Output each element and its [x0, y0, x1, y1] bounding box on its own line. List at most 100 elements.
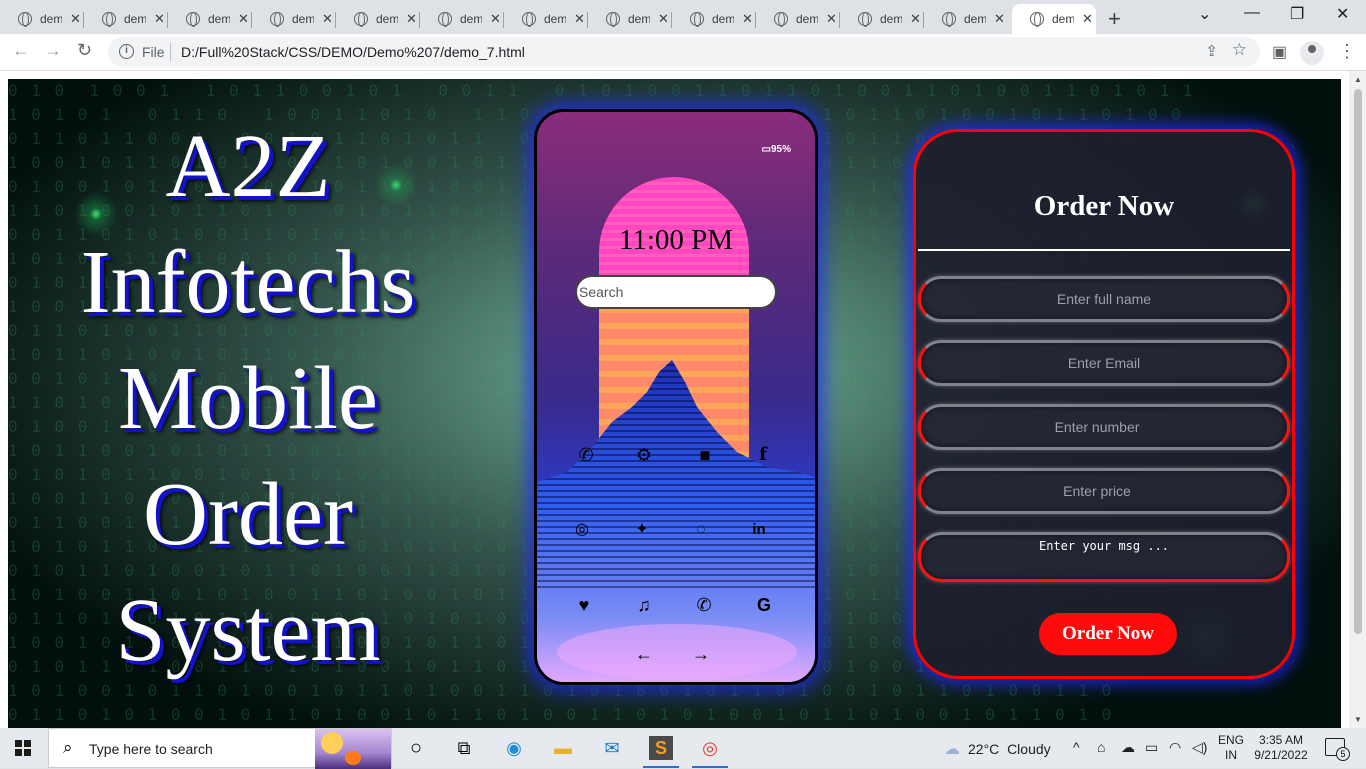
windows-taskbar: ⌕ Type here to search ○ ⧉ ◉ ▬ ✉ S ◎ ☁ 22°…: [0, 728, 1366, 769]
close-tab-icon[interactable]: ✕: [826, 11, 837, 27]
reload-button[interactable]: ↻: [77, 40, 92, 61]
whatsapp-icon[interactable]: ◌: [688, 517, 714, 543]
phone-icon[interactable]: ✆: [573, 442, 599, 468]
close-tab-icon[interactable]: ✕: [1082, 11, 1093, 27]
phone-icon[interactable]: ✆: [691, 592, 717, 618]
video-icon[interactable]: ■: [692, 442, 718, 468]
new-tab-button[interactable]: +: [1108, 6, 1121, 32]
edge-icon[interactable]: ◉: [502, 736, 526, 760]
minimize-button[interactable]: —: [1244, 4, 1260, 22]
weather-widget[interactable]: ☁ 22°C Cloudy: [944, 739, 1051, 759]
title-line: Mobile: [118, 349, 378, 448]
close-tab-icon[interactable]: ✕: [490, 11, 501, 27]
side-panel-icon[interactable]: ▣: [1272, 42, 1287, 62]
heart-icon[interactable]: ♥: [571, 592, 597, 618]
chrome-icon[interactable]: ◎: [692, 736, 728, 768]
close-tab-icon[interactable]: ✕: [658, 11, 669, 27]
linkedin-icon[interactable]: in: [746, 517, 772, 543]
taskbar-search-box[interactable]: ⌕ Type here to search: [48, 728, 392, 769]
globe-icon: [354, 12, 368, 27]
close-tab-icon[interactable]: ✕: [742, 11, 753, 27]
tab-search-chevron-icon[interactable]: ⌄: [1198, 4, 1211, 24]
order-form: Order Now Enter full name Enter Email En…: [913, 129, 1295, 679]
twitter-icon[interactable]: ✦: [629, 517, 655, 543]
clock-date: 9/21/2022: [1254, 748, 1308, 762]
browser-tab[interactable]: demo_7✕: [588, 4, 672, 34]
input-language[interactable]: ENG IN: [1218, 733, 1244, 763]
globe-icon: [942, 12, 956, 27]
close-tab-icon[interactable]: ✕: [406, 11, 417, 27]
browser-tab[interactable]: demo_7✕: [672, 4, 756, 34]
browser-tab[interactable]: demo_7✕: [924, 4, 1008, 34]
browser-tab[interactable]: demo_7✕: [84, 4, 168, 34]
weather-temperature: 22°C: [968, 741, 1000, 757]
volume-icon[interactable]: ◁): [1192, 739, 1207, 756]
onedrive-icon[interactable]: ☁: [1121, 739, 1135, 756]
restore-button[interactable]: ❐: [1290, 4, 1304, 24]
browser-tab[interactable]: demo_7✕: [840, 4, 924, 34]
price-input[interactable]: Enter price: [918, 468, 1290, 514]
globe-icon: [18, 12, 32, 27]
close-tab-icon[interactable]: ✕: [994, 11, 1005, 27]
browser-tab-active[interactable]: demo_7✕: [1012, 4, 1096, 34]
globe-icon: [522, 12, 536, 27]
browser-tab[interactable]: demo_7✕: [168, 4, 252, 34]
back-button[interactable]: ←: [12, 40, 30, 61]
address-scheme-label: File: [142, 44, 165, 60]
wifi-icon[interactable]: ◠: [1169, 739, 1181, 756]
share-icon[interactable]: ⇪: [1205, 42, 1218, 60]
full-name-input[interactable]: Enter full name: [918, 276, 1290, 322]
bookmark-star-icon[interactable]: ☆: [1232, 40, 1247, 60]
instagram-icon[interactable]: ◎: [569, 517, 595, 543]
profile-avatar-icon[interactable]: [1300, 41, 1324, 65]
email-input[interactable]: Enter Email: [918, 340, 1290, 386]
gear-icon[interactable]: ⚙: [631, 442, 657, 468]
vertical-scrollbar[interactable]: ▲ ▼: [1349, 71, 1366, 728]
file-explorer-icon[interactable]: ▬: [551, 736, 575, 760]
scrollbar-thumb[interactable]: [1354, 89, 1362, 634]
info-icon[interactable]: i: [119, 44, 134, 59]
windows-start-icon[interactable]: [15, 740, 31, 756]
close-tab-icon[interactable]: ✕: [238, 11, 249, 27]
scroll-down-icon[interactable]: ▼: [1354, 715, 1362, 724]
task-view-icon[interactable]: ⧉: [452, 736, 476, 760]
close-tab-icon[interactable]: ✕: [70, 11, 81, 27]
battery-icon[interactable]: ▭: [1145, 739, 1158, 756]
cortana-icon[interactable]: ○: [404, 736, 428, 760]
music-icon[interactable]: ♫: [631, 592, 657, 618]
close-window-button[interactable]: ✕: [1336, 4, 1349, 24]
tray-chevron-icon[interactable]: ^: [1073, 739, 1080, 755]
mail-icon[interactable]: ✉: [600, 736, 624, 760]
scroll-up-icon[interactable]: ▲: [1354, 75, 1362, 84]
browser-tab[interactable]: demo_7✕: [420, 4, 504, 34]
address-bar[interactable]: i File D:/Full%20Stack/CSS/DEMO/Demo%207…: [108, 37, 1260, 67]
close-tab-icon[interactable]: ✕: [910, 11, 921, 27]
menu-kebab-icon[interactable]: ⋮: [1338, 41, 1356, 62]
browser-tab[interactable]: demo_7✕: [756, 4, 840, 34]
browser-tab[interactable]: demo_7✕: [504, 4, 588, 34]
battery-indicator: ▭95%: [761, 144, 791, 155]
notification-center-icon[interactable]: 5: [1325, 738, 1350, 761]
sublime-text-icon[interactable]: S: [643, 736, 679, 768]
cloud-icon: ☁: [944, 741, 960, 758]
close-tab-icon[interactable]: ✕: [574, 11, 585, 27]
title-line: Order: [143, 465, 353, 564]
message-textarea[interactable]: Enter your msg ...: [918, 532, 1290, 582]
close-tab-icon[interactable]: ✕: [154, 11, 165, 27]
browser-toolbar: ← → ↻ i File D:/Full%20Stack/CSS/DEMO/De…: [0, 34, 1366, 70]
number-input[interactable]: Enter number: [918, 404, 1290, 450]
taskbar-clock[interactable]: 3:35 AM 9/21/2022: [1252, 733, 1310, 763]
browser-tab[interactable]: demo_7✕: [0, 4, 84, 34]
arrow-left-icon[interactable]: ←: [631, 641, 657, 667]
phone-search-input[interactable]: Search: [575, 275, 777, 309]
arrow-right-icon[interactable]: →: [688, 641, 714, 667]
google-icon[interactable]: G: [751, 592, 777, 618]
facebook-icon[interactable]: f: [750, 442, 776, 468]
browser-tab[interactable]: demo_7✕: [336, 4, 420, 34]
forward-button[interactable]: →: [44, 40, 62, 61]
meet-now-icon[interactable]: ⌂: [1097, 739, 1105, 755]
close-tab-icon[interactable]: ✕: [322, 11, 333, 27]
address-url[interactable]: D:/Full%20Stack/CSS/DEMO/Demo%207/demo_7…: [181, 44, 525, 60]
browser-tab[interactable]: demo_7✕: [252, 4, 336, 34]
order-now-button[interactable]: Order Now: [1039, 613, 1177, 655]
